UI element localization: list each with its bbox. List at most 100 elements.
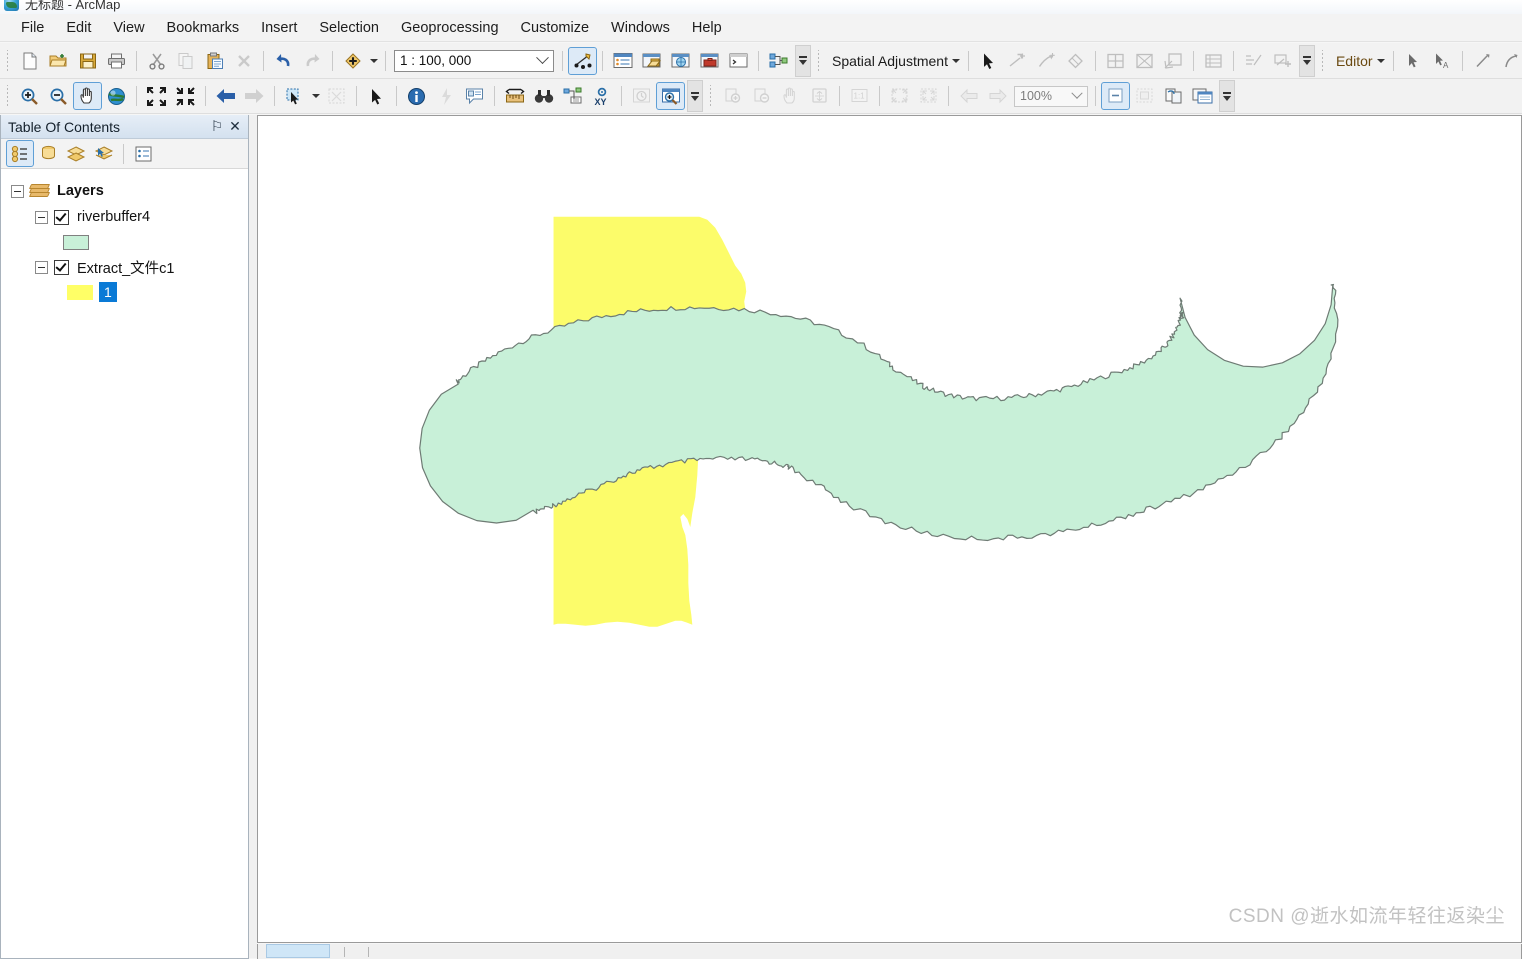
- python-window-icon[interactable]: [724, 47, 753, 75]
- change-layout-icon[interactable]: [1159, 82, 1188, 110]
- time-slider-icon[interactable]: [627, 82, 656, 110]
- menu-customize[interactable]: Customize: [510, 16, 601, 40]
- pan-page-icon[interactable]: [776, 82, 805, 110]
- collapse-toggle-icon[interactable]: [35, 260, 48, 274]
- table-of-contents-icon[interactable]: [608, 47, 637, 75]
- hyperlink-icon[interactable]: [431, 82, 460, 110]
- search-window-icon[interactable]: [666, 47, 695, 75]
- menu-file[interactable]: File: [10, 16, 55, 40]
- menu-windows[interactable]: Windows: [600, 16, 681, 40]
- new-identity-link-icon[interactable]: [1032, 47, 1061, 75]
- create-viewer-window-icon[interactable]: [656, 82, 685, 110]
- go-to-xy-icon[interactable]: XY: [587, 82, 616, 110]
- straight-segment-icon[interactable]: [1468, 47, 1497, 75]
- editor-dropdown-icon[interactable]: [1375, 48, 1388, 74]
- identify-icon[interactable]: [402, 82, 431, 110]
- focus-data-frame-icon[interactable]: [1130, 82, 1159, 110]
- new-displacement-link-icon[interactable]: [1003, 47, 1032, 75]
- menu-help[interactable]: Help: [681, 16, 733, 40]
- select-elements-icon[interactable]: [974, 47, 1003, 75]
- chevron-down-icon[interactable]: [531, 56, 553, 65]
- collapse-toggle-icon[interactable]: [35, 210, 48, 224]
- paste-icon[interactable]: [200, 47, 229, 75]
- menu-bookmarks[interactable]: Bookmarks: [156, 16, 251, 40]
- menu-view[interactable]: View: [102, 16, 155, 40]
- new-document-icon[interactable]: [15, 47, 44, 75]
- toolbar-grip[interactable]: [4, 49, 12, 72]
- map-canvas[interactable]: [258, 116, 1521, 942]
- save-icon[interactable]: [73, 47, 102, 75]
- new-control-point-icon[interactable]: [1061, 47, 1090, 75]
- measure-icon[interactable]: [500, 82, 529, 110]
- select-features-icon[interactable]: [280, 82, 309, 110]
- pan-icon[interactable]: [73, 82, 102, 110]
- standard-toolbar-overflow[interactable]: [795, 44, 811, 77]
- editor-toolbar-grip[interactable]: [1318, 49, 1327, 72]
- zoom-out-page-icon[interactable]: [747, 82, 776, 110]
- toc-node-riverbuffer4[interactable]: riverbuffer4: [1, 204, 248, 230]
- page-zoom-combo[interactable]: 100%: [1014, 85, 1088, 107]
- print-icon[interactable]: [102, 47, 131, 75]
- go-forward-extent-icon[interactable]: [240, 82, 269, 110]
- zoom-to-selected-icon[interactable]: [914, 82, 943, 110]
- edgematch-icon[interactable]: [1130, 47, 1159, 75]
- effects-toolbar-overflow[interactable]: [1219, 80, 1235, 112]
- auto-hide-pin-icon[interactable]: ⚐: [208, 117, 226, 137]
- list-by-visibility-icon[interactable]: [62, 140, 90, 167]
- link-table-icon[interactable]: [1199, 47, 1228, 75]
- data-view-tab[interactable]: [266, 944, 330, 958]
- open-document-icon[interactable]: [44, 47, 73, 75]
- zoom-in-icon[interactable]: [15, 82, 44, 110]
- go-back-extent-icon[interactable]: [211, 82, 240, 110]
- layer-visibility-checkbox[interactable]: [54, 209, 69, 225]
- spatial-adjustment-grip[interactable]: [815, 49, 823, 72]
- adjust-grid-icon[interactable]: [1101, 47, 1130, 75]
- chevron-down-icon[interactable]: [1067, 92, 1087, 100]
- delete-icon[interactable]: [229, 47, 258, 75]
- select-features-dropdown-icon[interactable]: [309, 83, 322, 109]
- find-binoculars-icon[interactable]: [529, 82, 558, 110]
- toc-node-layers[interactable]: Layers: [1, 178, 248, 204]
- zoom-in-page-icon[interactable]: [718, 82, 747, 110]
- redo-icon[interactable]: [298, 47, 327, 75]
- toggle-draft-mode-icon[interactable]: [1101, 82, 1130, 110]
- symbol-value-label[interactable]: 1: [99, 282, 117, 302]
- edit-tool-icon[interactable]: [1399, 47, 1428, 75]
- previous-page-icon[interactable]: [954, 82, 983, 110]
- editor-menu[interactable]: Editor: [1330, 53, 1375, 69]
- edit-annotation-icon[interactable]: A: [1428, 47, 1457, 75]
- menu-edit[interactable]: Edit: [55, 16, 102, 40]
- zoom-whole-page-icon[interactable]: [885, 82, 914, 110]
- add-data-icon[interactable]: [338, 47, 367, 75]
- spatial-adjustment-menu[interactable]: Spatial Adjustment: [826, 53, 950, 69]
- toolbox-icon[interactable]: [695, 47, 724, 75]
- next-page-icon[interactable]: [983, 82, 1012, 110]
- fixed-zoom-in-icon[interactable]: [142, 82, 171, 110]
- spatial-adjustment-dropdown-icon[interactable]: [950, 48, 963, 74]
- curve-segment-icon[interactable]: [1497, 47, 1522, 75]
- close-icon[interactable]: ✕: [226, 117, 244, 137]
- map-scale-value[interactable]: 1 : 100, 000: [395, 53, 531, 68]
- edit-vertices-icon[interactable]: [568, 46, 597, 75]
- page-zoom-value[interactable]: 100%: [1015, 89, 1067, 103]
- spatial-adjust-links-icon[interactable]: [1239, 47, 1268, 75]
- toc-options-icon[interactable]: [129, 140, 157, 167]
- clear-selection-icon[interactable]: [322, 82, 351, 110]
- find-route-icon[interactable]: [558, 82, 587, 110]
- spatial-adjustment-overflow[interactable]: [1298, 44, 1315, 77]
- effects-toolbar-grip[interactable]: [707, 85, 715, 107]
- fit-page-icon[interactable]: [805, 82, 834, 110]
- model-builder-icon[interactable]: [764, 47, 793, 75]
- symbol-swatch[interactable]: [63, 234, 89, 250]
- cut-icon[interactable]: [142, 47, 171, 75]
- tools-toolbar-grip[interactable]: [4, 85, 12, 107]
- add-link-icon[interactable]: [1268, 47, 1297, 75]
- menu-selection[interactable]: Selection: [308, 16, 390, 40]
- full-extent-globe-icon[interactable]: [102, 82, 131, 110]
- toc-symbol-riverbuffer4[interactable]: [1, 230, 248, 254]
- html-popup-icon[interactable]: [460, 82, 489, 110]
- map-data-frame[interactable]: CSDN @逝水如流年轻往返染尘: [257, 115, 1522, 943]
- list-by-drawing-order-icon[interactable]: [6, 140, 34, 167]
- toc-node-extract[interactable]: Extract_文件c1: [1, 254, 248, 280]
- attribute-transfer-icon[interactable]: [1159, 47, 1188, 75]
